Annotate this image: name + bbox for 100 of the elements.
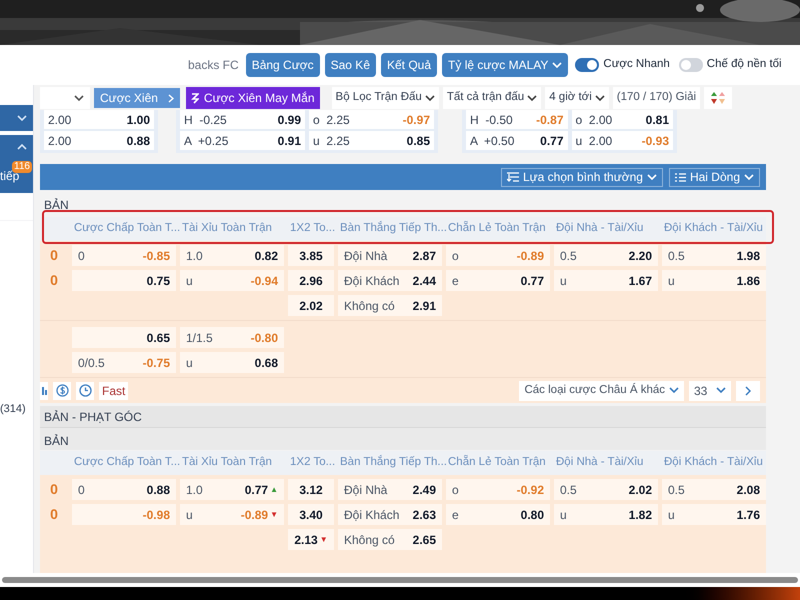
odds-cell[interactable]: u 2.00 -0.93 [572, 131, 673, 150]
odds-label: 0 [78, 248, 85, 264]
odds-cell[interactable]: A +0.50 0.77 [466, 131, 568, 150]
odds-cell[interactable]: Không có 2.65 [338, 529, 442, 550]
odds-cell[interactable]: 1/1.5 -0.80 [180, 327, 284, 348]
filter-dropdown[interactable]: 4 giờ tới [545, 87, 609, 109]
odds-value: 2.02 [299, 298, 323, 314]
market-dropdown[interactable]: Các loại cược Châu Á khác [519, 380, 684, 400]
odds-value: 3.12 [299, 482, 323, 498]
odds-cell[interactable]: Không có 2.91 [338, 295, 442, 316]
odds-cell[interactable]: e 0.80 [446, 504, 550, 525]
odds-format-dropdown[interactable]: Tỷ lệ cược MALAY [442, 53, 568, 77]
nav-button[interactable]: Bảng Cược [246, 53, 320, 77]
odds-label: 2.00 [48, 132, 72, 150]
column-header: Đội Khách - Tài/Xỉu [663, 455, 764, 470]
odds-cell[interactable]: Đội Khách 2.63 [338, 504, 442, 525]
fast-button[interactable]: Fast [99, 382, 128, 400]
odds-cell[interactable]: u 1.76 [662, 504, 766, 525]
next-button[interactable] [736, 380, 760, 400]
odds-cell[interactable]: Đội Khách 2.44 [338, 270, 442, 291]
filter-dropdown[interactable]: Tất cả trận đấu [442, 87, 542, 109]
scrollbar-thumb[interactable] [2, 577, 798, 583]
nav-button[interactable]: Kết Quả [381, 53, 438, 77]
odds-cell[interactable]: u -0.94 [180, 270, 284, 291]
odds-label: 1/1.5 [186, 330, 213, 346]
odds-cell[interactable]: u 0.68 [180, 352, 284, 373]
odds-label: A +0.50 [470, 132, 514, 150]
odds-label: 0.5 [560, 248, 577, 264]
page-size-dropdown[interactable]: 33 [689, 380, 731, 400]
sidebar-item[interactable]: tiếp 116 [0, 135, 33, 193]
odds-cell[interactable]: 2.00 1.00 [44, 110, 154, 129]
odds-cell[interactable]: o 2.00 0.81 [572, 110, 673, 129]
odds-label: 0.5 [668, 248, 685, 264]
odds-cell[interactable]: H -0.50 -0.87 [466, 110, 568, 129]
odds-value: 0.77 [520, 272, 544, 290]
section-subtitle: BẢN [43, 197, 70, 214]
odds-cell[interactable]: e 0.77 [446, 270, 550, 291]
stats-button[interactable] [40, 382, 48, 400]
odds-label: u [186, 354, 193, 372]
odds-cell[interactable]: u 1.82 [554, 504, 658, 525]
odds-cell[interactable]: 2.13 ▼ [288, 529, 334, 550]
column-header: 1X2 To... [289, 221, 334, 236]
odds-cell[interactable]: A +0.25 0.91 [180, 131, 305, 150]
odds-value: -0.80 [250, 330, 278, 346]
toggle-switch[interactable] [678, 58, 703, 72]
chevron-down-icon [716, 387, 726, 394]
odds-cell[interactable]: o 2.25 -0.97 [309, 110, 434, 129]
chevron-right-icon [745, 386, 751, 396]
odds-cell[interactable]: 2.00 0.88 [44, 131, 154, 150]
odds-cell[interactable]: 0.65 [72, 327, 176, 348]
filter-dropdown[interactable]: Bộ Lọc Trận Đấu [332, 87, 439, 109]
odds-cell[interactable]: o -0.92 [446, 479, 550, 500]
nav-button[interactable]: Sao Kê [324, 53, 376, 77]
odds-cell[interactable]: u 1.86 [662, 270, 766, 291]
sidebar-item[interactable] [0, 105, 33, 131]
select-field[interactable] [40, 87, 90, 109]
odds-value: 2.44 [412, 272, 436, 290]
odds-cell[interactable]: u 1.67 [554, 270, 658, 291]
odds-cell[interactable]: Đội Nhà 2.49 [338, 479, 442, 500]
odds-cell[interactable]: 0.5 1.98 [662, 245, 766, 266]
odds-cell[interactable]: 2.02 [288, 295, 334, 316]
column-header: Chẵn Lẻ Toàn Trận [447, 220, 547, 236]
sort-button[interactable] [704, 87, 732, 109]
odds-cell[interactable]: u 2.25 0.85 [309, 131, 434, 150]
chevron-down-icon [552, 62, 562, 68]
selection-dropdown[interactable]: Lựa chọn bình thường [500, 168, 663, 186]
lines-dropdown[interactable]: Hai Dòng [668, 168, 760, 186]
odds-label: A +0.25 [184, 132, 228, 150]
chevron-down-icon [17, 114, 27, 122]
odds-cell[interactable]: u -0.89 ▼ [180, 504, 284, 525]
section-title: BẢN - PHẠT GÓC [40, 406, 766, 428]
odds-label: Đội Khách [344, 506, 400, 524]
odds-cell[interactable]: 0/0.5 -0.75 [72, 352, 176, 373]
history-button[interactable] [76, 382, 94, 400]
odds-cell[interactable]: Đội Nhà 2.87 [338, 245, 442, 266]
cashout-button[interactable] [53, 382, 71, 400]
odds-cell[interactable]: o -0.89 [446, 245, 550, 266]
odds-cell[interactable]: 0.5 2.20 [554, 245, 658, 266]
odds-cell[interactable]: 1.0 0.77 ▲ [180, 479, 284, 500]
odds-label: 1.0 [186, 248, 203, 264]
odds-cell[interactable]: 0.5 2.08 [662, 479, 766, 500]
odds-value: 1.67 [628, 272, 652, 290]
odds-cell[interactable]: 3.85 [288, 245, 334, 266]
odds-value: 0.81 [646, 112, 669, 128]
toggle-switch[interactable] [575, 58, 600, 72]
odds-cell[interactable]: 1.0 0.82 [180, 245, 284, 266]
lucky-parlay-button[interactable]: Cược Xiên May Mắn [186, 87, 320, 109]
trend-marker: ▼ [270, 510, 278, 518]
odds-cell[interactable]: 0.75 [72, 270, 176, 291]
team-name: backs FC [188, 57, 239, 74]
odds-cell[interactable]: 0 0.88 [72, 479, 176, 500]
odds-cell[interactable]: 0.5 2.02 [554, 479, 658, 500]
odds-cell[interactable]: H -0.25 0.99 [180, 110, 305, 129]
odds-cell[interactable]: 2.96 [288, 270, 334, 291]
odds-cell[interactable]: 0 -0.85 [72, 245, 176, 266]
odds-value: 2.96 [299, 272, 323, 290]
odds-value: -0.85 [142, 248, 170, 264]
odds-cell[interactable]: 3.12 [288, 479, 334, 500]
odds-cell[interactable]: 3.40 [288, 504, 334, 525]
league-filter-button[interactable]: (170 / 170) Giải [612, 87, 700, 109]
